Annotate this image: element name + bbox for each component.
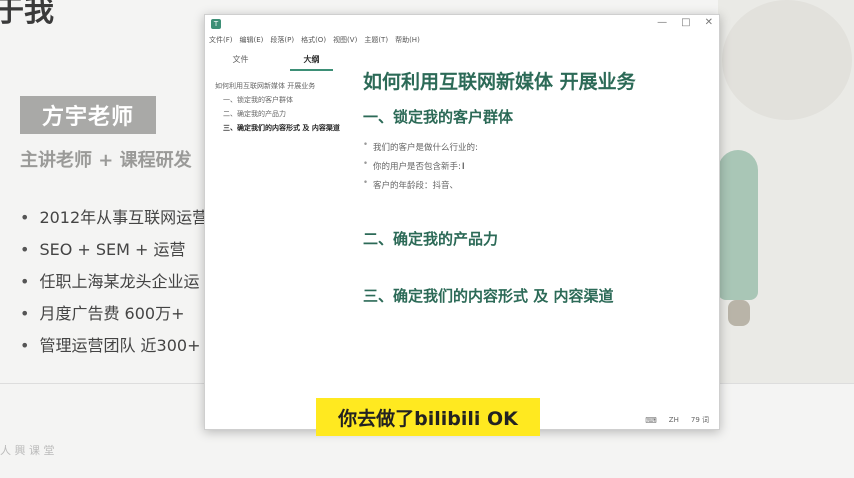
maximize-button[interactable]: □ (681, 17, 690, 28)
ime-indicator[interactable]: ZH (669, 416, 679, 424)
video-caption: 你去做了bilibili OK (316, 398, 540, 436)
section-heading-2[interactable]: 二、确定我的产品力 (363, 228, 707, 249)
status-bar: ⌨ ZH 79 词 (645, 415, 709, 425)
sidebar-tabs: 文件 大纲 (205, 51, 347, 71)
list-item[interactable]: 客户的年龄段：抖音、 (363, 178, 707, 198)
menu-edit[interactable]: 编辑(E) (240, 35, 264, 45)
slide-bullet: 月度广告费 600万+ (20, 302, 208, 334)
slide-footer-logo: 人 興 课 堂 (0, 444, 55, 457)
slide-bullet-list: 2012年从事互联网运营 SEO + SEM + 运营 任职上海某龙头企业运 月… (20, 206, 208, 366)
text-cursor: I (461, 162, 465, 172)
section-1-list: 我们的客户是做什么行业的: 你的用户是否包含新手:I 客户的年龄段：抖音、 (363, 140, 707, 198)
title-bar[interactable]: T — □ ✕ (205, 15, 719, 33)
word-count: 79 词 (690, 416, 709, 424)
slide-title: 于我 (0, 0, 54, 29)
close-button[interactable]: ✕ (705, 17, 713, 28)
outline-item-section-1[interactable]: 一、锁定我的客户群体 (215, 95, 347, 106)
menu-paragraph[interactable]: 段落(P) (270, 35, 294, 45)
menu-view[interactable]: 视图(V) (333, 35, 357, 45)
section-heading-1[interactable]: 一、锁定我的客户群体 (363, 106, 707, 127)
editor-window: T — □ ✕ 文件(F) 编辑(E) 段落(P) 格式(O) 视图(V) 主题… (204, 14, 720, 430)
outline-list: 如何利用互联网新媒体 开展业务 一、锁定我的客户群体 二、确定我的产品力 三、确… (205, 81, 347, 134)
menu-bar: 文件(F) 编辑(E) 段落(P) 格式(O) 视图(V) 主题(T) 帮助(H… (205, 33, 719, 47)
tab-files[interactable]: 文件 (205, 54, 276, 67)
slide-bullet: 任职上海某龙头企业运 (20, 270, 208, 302)
slide-bullet: 管理运营团队 近300+ (20, 334, 208, 366)
section-heading-3[interactable]: 三、确定我们的内容形式 及 内容渠道 (363, 285, 707, 306)
app-icon: T (211, 19, 221, 29)
illustration-decoration (728, 300, 750, 326)
minimize-button[interactable]: — (657, 17, 667, 28)
outline-item-title[interactable]: 如何利用互联网新媒体 开展业务 (215, 81, 347, 92)
menu-theme[interactable]: 主题(T) (364, 35, 388, 45)
illustration-figure (722, 0, 852, 120)
list-item[interactable]: 我们的客户是做什么行业的: (363, 140, 707, 160)
document-editor[interactable]: 如何利用互联网新媒体 开展业务 一、锁定我的客户群体 我们的客户是做什么行业的:… (363, 67, 707, 306)
ime-icon[interactable]: ⌨ (645, 416, 657, 425)
menu-format[interactable]: 格式(O) (301, 35, 326, 45)
outline-item-section-3[interactable]: 三、确定我们的内容形式 及 内容渠道 (215, 123, 347, 134)
name-badge: 方宇老师 (20, 96, 156, 134)
sidebar: 文件 大纲 如何利用互联网新媒体 开展业务 一、锁定我的客户群体 二、确定我的产… (205, 51, 347, 411)
document-title[interactable]: 如何利用互联网新媒体 开展业务 (363, 67, 707, 94)
illustration-plant (718, 150, 758, 300)
slide-subtitle: 主讲老师 + 课程研发 (20, 150, 192, 171)
menu-file[interactable]: 文件(F) (209, 35, 233, 45)
slide-bullet: 2012年从事互联网运营 (20, 206, 208, 238)
list-item[interactable]: 你的用户是否包含新手:I (363, 159, 707, 179)
tab-outline[interactable]: 大纲 (276, 54, 347, 71)
menu-help[interactable]: 帮助(H) (395, 35, 420, 45)
slide-bullet: SEO + SEM + 运营 (20, 238, 208, 270)
outline-item-section-2[interactable]: 二、确定我的产品力 (215, 109, 347, 120)
window-controls: — □ ✕ (657, 17, 713, 28)
